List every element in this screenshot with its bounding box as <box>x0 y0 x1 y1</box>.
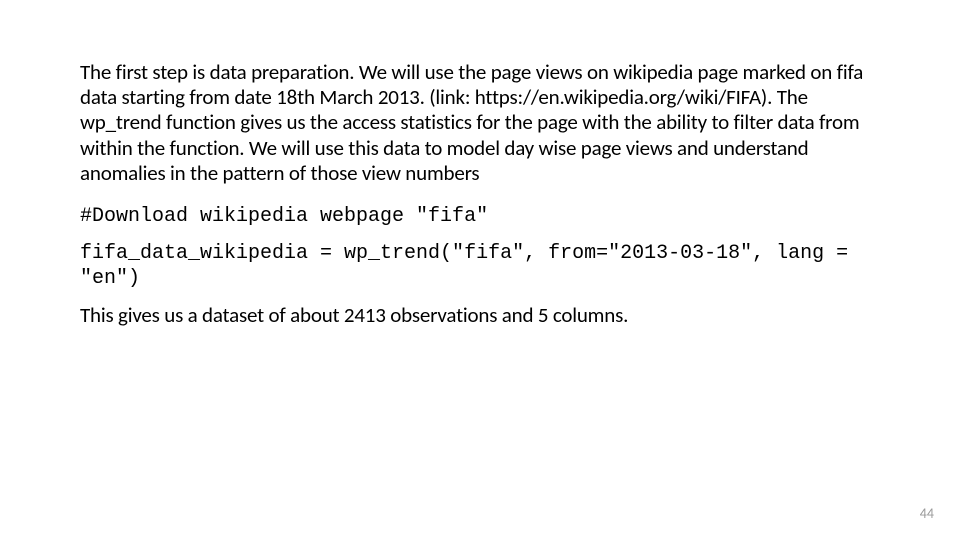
page-number: 44 <box>920 505 934 522</box>
code-comment: #Download wikipedia webpage "fifa" <box>80 204 880 229</box>
result-text: This gives us a dataset of about 2413 ob… <box>80 303 880 328</box>
code-line: fifa_data_wikipedia = wp_trend("fifa", f… <box>80 241 880 291</box>
slide: The first step is data preparation. We w… <box>0 0 960 540</box>
body-paragraph: The first step is data preparation. We w… <box>80 60 880 186</box>
